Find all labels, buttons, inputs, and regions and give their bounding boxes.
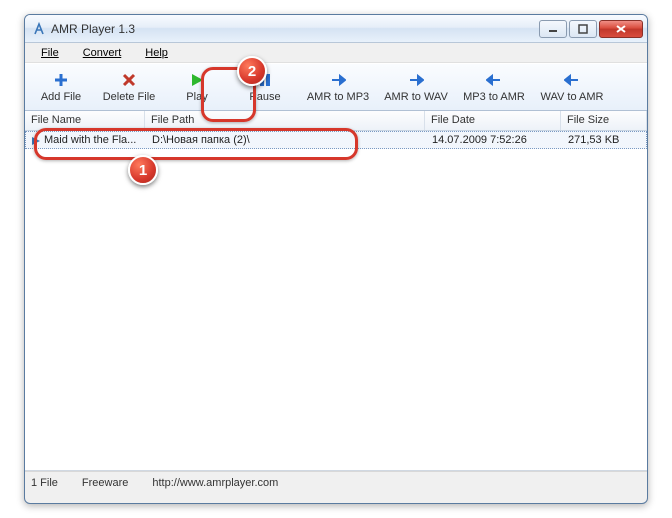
arrow-right-icon bbox=[407, 71, 425, 89]
cell-file-name: Maid with the Fla... bbox=[44, 134, 136, 146]
wav-to-amr-button[interactable]: WAV to AMR bbox=[535, 66, 609, 108]
mp3-to-amr-button[interactable]: MP3 to AMR bbox=[457, 66, 531, 108]
app-icon bbox=[31, 21, 47, 37]
table-header: File Name File Path File Date File Size bbox=[25, 111, 647, 131]
amr-to-mp3-label: AMR to MP3 bbox=[307, 91, 369, 103]
pause-button[interactable]: Pause bbox=[233, 66, 297, 108]
titlebar: AMR Player 1.3 bbox=[25, 15, 647, 43]
window-controls bbox=[539, 20, 643, 38]
cell-file-date: 14.07.2009 7:52:26 bbox=[426, 134, 562, 146]
amr-to-wav-label: AMR to WAV bbox=[384, 91, 448, 103]
close-button[interactable] bbox=[599, 20, 643, 38]
status-url[interactable]: http://www.amrplayer.com bbox=[152, 477, 278, 489]
status-license: Freeware bbox=[82, 477, 128, 489]
col-file-date[interactable]: File Date bbox=[425, 111, 561, 130]
amr-to-wav-button[interactable]: AMR to WAV bbox=[379, 66, 453, 108]
amr-to-mp3-button[interactable]: AMR to MP3 bbox=[301, 66, 375, 108]
status-file-count: 1 File bbox=[31, 477, 58, 489]
menu-file[interactable]: File bbox=[29, 45, 71, 61]
cell-file-path: D:\Новая папка (2)\ bbox=[146, 134, 426, 146]
menu-help[interactable]: Help bbox=[133, 45, 180, 61]
toolbar: Add File Delete File Play Pause AMR to M… bbox=[25, 63, 647, 111]
delete-icon bbox=[120, 71, 138, 89]
maximize-button[interactable] bbox=[569, 20, 597, 38]
arrow-left-icon bbox=[563, 71, 581, 89]
statusbar: 1 File Freeware http://www.amrplayer.com bbox=[25, 471, 647, 493]
col-file-path[interactable]: File Path bbox=[145, 111, 425, 130]
menu-convert[interactable]: Convert bbox=[71, 45, 134, 61]
col-file-size[interactable]: File Size bbox=[561, 111, 647, 130]
add-file-button[interactable]: Add File bbox=[29, 66, 93, 108]
delete-file-button[interactable]: Delete File bbox=[97, 66, 161, 108]
arrow-right-icon bbox=[329, 71, 347, 89]
arrow-left-icon bbox=[485, 71, 503, 89]
wav-to-amr-label: WAV to AMR bbox=[541, 91, 604, 103]
pause-label: Pause bbox=[249, 91, 280, 103]
menubar: File Convert Help bbox=[25, 43, 647, 63]
play-button[interactable]: Play bbox=[165, 66, 229, 108]
minimize-button[interactable] bbox=[539, 20, 567, 38]
table-row[interactable]: Maid with the Fla... D:\Новая папка (2)\… bbox=[25, 131, 647, 149]
mp3-to-amr-label: MP3 to AMR bbox=[463, 91, 525, 103]
play-indicator-icon bbox=[32, 136, 40, 144]
play-icon bbox=[188, 71, 206, 89]
plus-icon bbox=[52, 71, 70, 89]
delete-file-label: Delete File bbox=[103, 91, 156, 103]
pause-icon bbox=[256, 71, 274, 89]
col-file-name[interactable]: File Name bbox=[25, 111, 145, 130]
add-file-label: Add File bbox=[41, 91, 81, 103]
app-window: AMR Player 1.3 File Convert Help Add Fil… bbox=[24, 14, 648, 504]
cell-file-size: 271,53 KB bbox=[562, 134, 646, 146]
table-body[interactable]: Maid with the Fla... D:\Новая папка (2)\… bbox=[25, 131, 647, 471]
play-label: Play bbox=[186, 91, 207, 103]
window-title: AMR Player 1.3 bbox=[51, 22, 539, 36]
